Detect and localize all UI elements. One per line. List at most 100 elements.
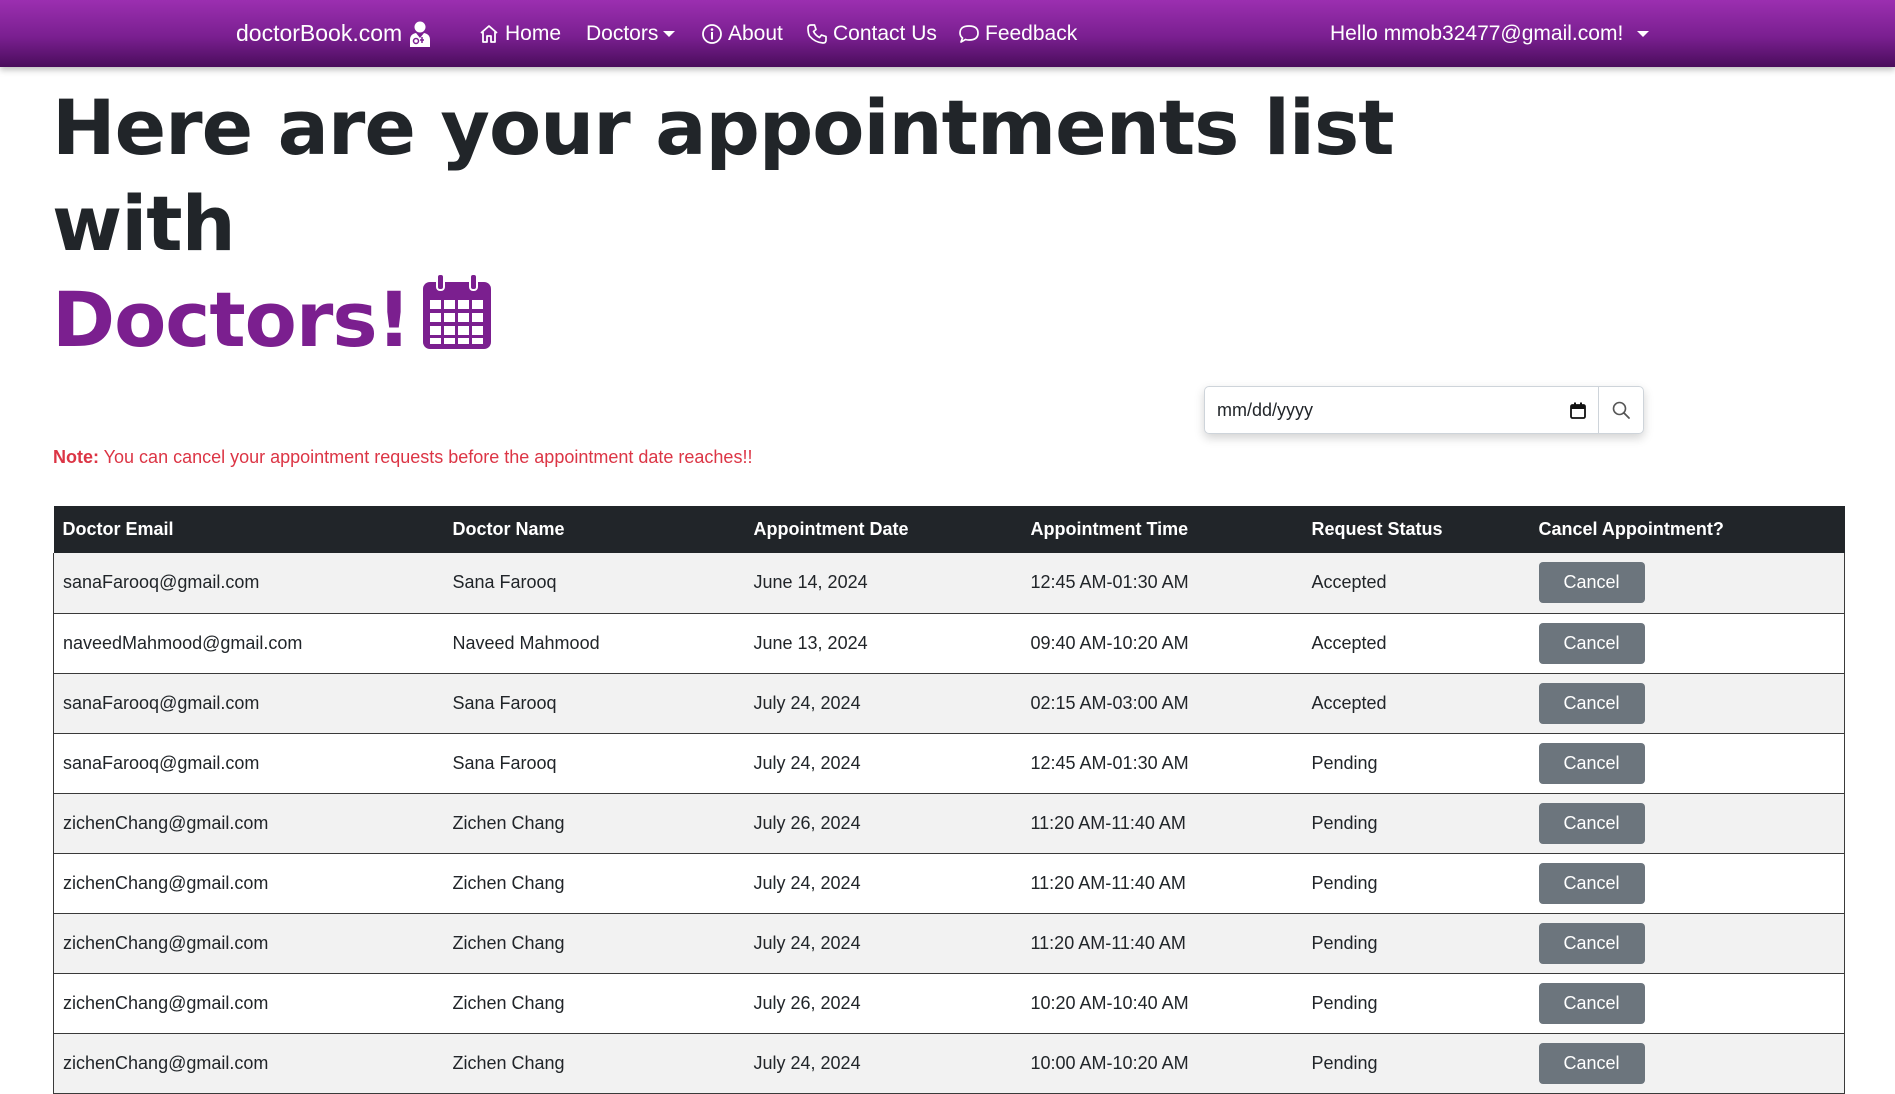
cell-cancel: Cancel — [1529, 553, 1845, 613]
phone-icon — [807, 23, 827, 44]
cell-appointment-time: 11:20 AM-11:40 AM — [1030, 932, 1186, 953]
cell-cancel: Cancel — [1529, 1033, 1845, 1093]
appointments-table-container: Doctor Email Doctor Name Appointment Dat… — [53, 506, 1845, 1094]
table-row: zichenChang@gmail.com Zichen Chang July … — [53, 1033, 1845, 1093]
cell-request-status: Accepted — [1311, 572, 1387, 593]
cell-doctor-name: Sana Farooq — [452, 752, 557, 773]
cell-appointment-time: 10:20 AM-10:40 AM — [1030, 992, 1189, 1013]
cancel-button[interactable]: Cancel — [1538, 922, 1645, 964]
header-appointment-time: Appointment Time — [1030, 519, 1189, 539]
page-title-line-1: Here are your appointments list — [52, 83, 1395, 172]
brand-link[interactable]: doctorBook.com — [236, 0, 432, 67]
header-cancel-appointment: Cancel Appointment? — [1538, 519, 1724, 539]
cell-appointment-time: 12:45 AM-01:30 AM — [1030, 752, 1189, 773]
nav-feedback-label: Feedback — [985, 21, 1078, 45]
search-icon — [1612, 401, 1630, 419]
cell-doctor-name: Sana Farooq — [452, 572, 557, 593]
note-label: Note: — [53, 447, 99, 467]
cell-doctor-name: Zichen Chang — [452, 872, 565, 893]
cell-appointment-time: 11:20 AM-11:40 AM — [1030, 812, 1186, 833]
cancel-button[interactable]: Cancel — [1538, 622, 1645, 664]
cancel-button[interactable]: Cancel — [1538, 982, 1645, 1024]
cell-appointment-time: 12:45 AM-01:30 AM — [1030, 572, 1189, 593]
date-filter-input[interactable]: mm/dd/yyyy — [1204, 386, 1598, 434]
nav-contact-label: Contact Us — [833, 21, 937, 45]
page-title-line-2: with — [52, 179, 236, 268]
cell-request-status: Pending — [1311, 932, 1378, 953]
cell-doctor-name: Zichen Chang — [452, 812, 565, 833]
cell-cancel: Cancel — [1529, 733, 1845, 793]
user-greeting: Hello mmob32477@gmail.com! — [1330, 21, 1624, 45]
cancel-button[interactable]: Cancel — [1538, 802, 1645, 844]
search-button[interactable] — [1598, 386, 1644, 434]
header-request-status: Request Status — [1311, 519, 1443, 539]
nav-feedback[interactable]: Feedback — [958, 0, 1077, 67]
table-row: zichenChang@gmail.com Zichen Chang July … — [53, 973, 1845, 1033]
cancel-button[interactable]: Cancel — [1538, 742, 1645, 784]
cell-appointment-date: July 24, 2024 — [753, 872, 861, 893]
page-title-accent: Doctors! — [52, 275, 411, 364]
cell-appointment-time: 09:40 AM-10:20 AM — [1030, 632, 1189, 653]
cell-doctor-email: sanaFarooq@gmail.com — [53, 553, 444, 613]
cell-appointment-date: June 14, 2024 — [753, 572, 868, 593]
cell-doctor-name: Zichen Chang — [452, 992, 565, 1013]
cancel-button[interactable]: Cancel — [1538, 562, 1645, 604]
note-text: You can cancel your appointment requests… — [99, 447, 753, 467]
cancel-button[interactable]: Cancel — [1538, 682, 1645, 724]
cancel-button[interactable]: Cancel — [1538, 1042, 1645, 1084]
cell-doctor-name: Sana Farooq — [452, 692, 557, 713]
caret-down-icon — [663, 30, 676, 37]
cancel-note: Note: You can cancel your appointment re… — [53, 447, 752, 468]
cell-appointment-time: 02:15 AM-03:00 AM — [1030, 692, 1189, 713]
page-title: Here are your appointments list with Doc… — [52, 80, 1395, 368]
cell-appointment-date: July 26, 2024 — [753, 812, 861, 833]
cell-request-status: Pending — [1311, 752, 1378, 773]
header-doctor-name: Doctor Name — [452, 519, 565, 539]
calendar-picker-icon[interactable] — [1570, 402, 1586, 419]
nav-doctors-label: Doctors — [586, 21, 659, 45]
cell-appointment-date: July 24, 2024 — [753, 1052, 861, 1073]
cell-appointment-date: July 24, 2024 — [753, 752, 861, 773]
cell-doctor-name: Zichen Chang — [452, 1052, 565, 1073]
cell-doctor-email: zichenChang@gmail.com — [53, 913, 444, 973]
cell-appointment-date: July 26, 2024 — [753, 992, 861, 1013]
cell-appointment-time: 11:20 AM-11:40 AM — [1030, 872, 1186, 893]
user-account-dropdown[interactable]: Hello mmob32477@gmail.com! — [1330, 0, 1650, 67]
cell-cancel: Cancel — [1529, 853, 1845, 913]
nav-home[interactable]: Home — [478, 0, 561, 67]
nav-about-label: About — [728, 21, 783, 45]
cell-cancel: Cancel — [1529, 973, 1845, 1033]
cell-request-status: Pending — [1311, 812, 1378, 833]
cell-doctor-email: zichenChang@gmail.com — [53, 793, 444, 853]
top-navbar: doctorBook.com Home Doctors About Contac… — [0, 0, 1895, 67]
doctor-icon — [410, 21, 431, 47]
cell-request-status: Accepted — [1311, 692, 1387, 713]
nav-about[interactable]: About — [701, 0, 783, 67]
header-doctor-email: Doctor Email — [62, 519, 174, 539]
home-icon — [480, 24, 498, 43]
date-filter-placeholder: mm/dd/yyyy — [1217, 399, 1314, 420]
nav-doctors-dropdown[interactable]: Doctors — [586, 0, 676, 67]
cell-doctor-email: naveedMahmood@gmail.com — [53, 613, 444, 673]
cell-appointment-date: June 13, 2024 — [753, 632, 868, 653]
brand-name: doctorBook.com — [236, 20, 403, 46]
caret-down-icon — [1637, 30, 1650, 37]
cell-doctor-name: Naveed Mahmood — [452, 632, 600, 653]
table-row: zichenChang@gmail.com Zichen Chang July … — [53, 913, 1845, 973]
cell-appointment-date: July 24, 2024 — [753, 932, 861, 953]
cell-doctor-email: zichenChang@gmail.com — [53, 1033, 444, 1093]
cell-request-status: Pending — [1311, 872, 1378, 893]
chat-bubble-icon — [959, 24, 979, 43]
appointments-table: Doctor Email Doctor Name Appointment Dat… — [53, 506, 1845, 1094]
cell-appointment-date: July 24, 2024 — [753, 692, 861, 713]
cell-doctor-email: sanaFarooq@gmail.com — [53, 733, 444, 793]
cancel-button[interactable]: Cancel — [1538, 862, 1645, 904]
cell-doctor-email: zichenChang@gmail.com — [53, 853, 444, 913]
cell-doctor-email: sanaFarooq@gmail.com — [53, 673, 444, 733]
nav-contact[interactable]: Contact Us — [806, 0, 937, 67]
calendar-icon — [423, 273, 492, 349]
table-row: naveedMahmood@gmail.com Naveed Mahmood J… — [53, 613, 1845, 673]
cell-cancel: Cancel — [1529, 913, 1845, 973]
cell-cancel: Cancel — [1529, 793, 1845, 853]
table-row: sanaFarooq@gmail.com Sana Farooq July 24… — [53, 733, 1845, 793]
